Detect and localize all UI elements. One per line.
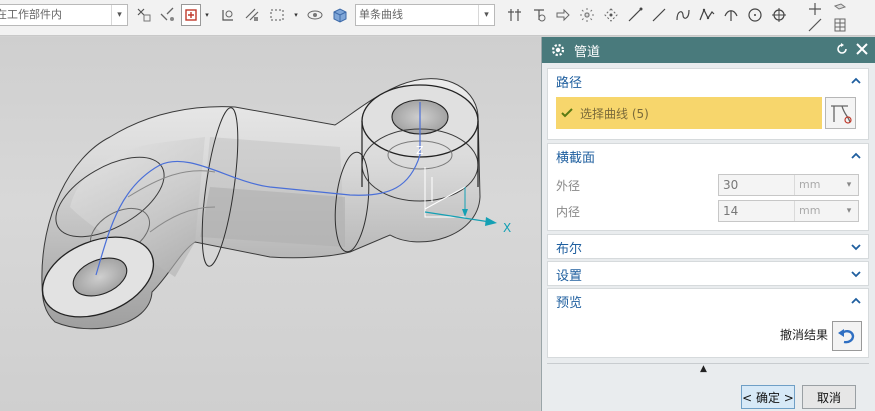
preview-section-label: 预览 bbox=[556, 295, 583, 311]
toolbar: 在工作部件内 ▾ ▾ ▾ 单条曲线 ▾ bbox=[0, 0, 875, 36]
dialog-title-bar[interactable]: 管道 bbox=[542, 37, 875, 63]
cancel-button[interactable]: 取消 bbox=[802, 385, 856, 409]
selection-filter-value: 在工作部件内 bbox=[0, 8, 62, 21]
chevron-down-icon[interactable] bbox=[850, 241, 862, 253]
rectangle-select-icon[interactable] bbox=[267, 4, 287, 26]
inner-diameter-unit[interactable]: mm bbox=[794, 201, 840, 221]
dialog-title: 管道 bbox=[574, 44, 601, 60]
boolean-section-header[interactable]: 布尔 bbox=[548, 235, 868, 259]
snap-filter-icon[interactable] bbox=[158, 4, 178, 26]
snap-point-icon[interactable] bbox=[218, 4, 238, 26]
tangent-curves-icon[interactable] bbox=[505, 4, 525, 26]
gear-icon bbox=[551, 43, 565, 57]
path-section-label: 路径 bbox=[556, 75, 583, 91]
type-filter-icon[interactable] bbox=[181, 4, 201, 26]
chevron-down-icon[interactable]: ▾ bbox=[292, 11, 300, 19]
boolean-section-label: 布尔 bbox=[556, 241, 583, 257]
undo-result-button[interactable] bbox=[832, 321, 862, 351]
footer-divider bbox=[547, 363, 869, 364]
path-group: 路径 选择曲线 (5) bbox=[547, 68, 869, 140]
chevron-up-icon[interactable] bbox=[850, 75, 862, 87]
arc-icon[interactable] bbox=[673, 4, 693, 26]
point-constructor-icon[interactable] bbox=[601, 4, 621, 26]
outer-diameter-value: 30 bbox=[723, 178, 739, 192]
undo-icon bbox=[838, 329, 855, 344]
solid-body-icon[interactable] bbox=[330, 4, 350, 26]
select-features-icon[interactable] bbox=[134, 4, 154, 26]
chevron-down-icon: ▾ bbox=[111, 5, 127, 25]
ok-button[interactable]: < 确定 > bbox=[741, 385, 795, 409]
chevron-down-icon[interactable] bbox=[850, 268, 862, 280]
inner-diameter-value: 14 bbox=[723, 204, 739, 218]
chevron-up-icon[interactable] bbox=[850, 295, 862, 307]
show-hide-icon[interactable] bbox=[305, 4, 325, 26]
z-axis-label: Z bbox=[416, 144, 424, 157]
path-section-header[interactable]: 路径 bbox=[548, 69, 868, 93]
chevron-down-icon[interactable]: ▾ bbox=[840, 175, 858, 195]
chevron-down-icon[interactable]: ▾ bbox=[203, 11, 211, 19]
feature-curves-icon[interactable] bbox=[577, 4, 597, 26]
expand-icon[interactable]: ▲ bbox=[700, 364, 707, 374]
outer-diameter-label: 外径 bbox=[556, 178, 581, 193]
cross-section-label: 横截面 bbox=[556, 150, 596, 166]
curve-rule-value: 单条曲线 bbox=[359, 8, 403, 21]
cross-section-header[interactable]: 横截面 bbox=[548, 144, 868, 168]
follow-fillet-icon[interactable] bbox=[553, 4, 573, 26]
inner-diameter-row: 内径 14 mm ▾ bbox=[556, 200, 866, 222]
dialog-footer: ▲ < 确定 > 取消 bbox=[542, 357, 875, 411]
point-icon[interactable] bbox=[769, 4, 789, 26]
inner-diameter-label: 内径 bbox=[556, 204, 581, 219]
line-icon[interactable] bbox=[625, 4, 645, 26]
reset-icon[interactable] bbox=[835, 42, 849, 56]
boolean-group: 布尔 bbox=[547, 234, 869, 259]
curve-select-button[interactable] bbox=[825, 97, 856, 129]
line-2-icon[interactable] bbox=[649, 4, 669, 26]
cross-section-group: 横截面 外径 30 mm ▾ 内径 14 mm ▾ bbox=[547, 143, 869, 231]
arc-center-icon[interactable] bbox=[721, 4, 741, 26]
graphics-viewport[interactable]: X Z bbox=[0, 37, 540, 411]
stop-at-intersection-icon[interactable] bbox=[529, 4, 549, 26]
outer-diameter-unit[interactable]: mm bbox=[794, 175, 840, 195]
spline-icon[interactable] bbox=[697, 4, 717, 26]
inner-diameter-field[interactable]: 14 mm ▾ bbox=[718, 200, 859, 222]
snap-end-icon[interactable] bbox=[242, 4, 262, 26]
preview-group: 预览 撤消结果 bbox=[547, 288, 869, 358]
chevron-down-icon[interactable]: ▾ bbox=[840, 201, 858, 221]
settings-group: 设置 bbox=[547, 261, 869, 286]
tube-dialog: 管道 路径 选择曲线 (5) 横截面 外径 30 mm ▾ 内径 14 mm ▾… bbox=[541, 37, 875, 411]
grid-icon[interactable] bbox=[830, 16, 850, 34]
outer-diameter-row: 外径 30 mm ▾ bbox=[556, 174, 866, 196]
settings-section-header[interactable]: 设置 bbox=[548, 262, 868, 286]
chevron-down-icon: ▾ bbox=[478, 5, 494, 25]
pipe-model bbox=[41, 78, 497, 330]
curve-select-icon bbox=[830, 105, 852, 124]
circle-icon[interactable] bbox=[745, 4, 765, 26]
undo-result-label: 撤消结果 bbox=[779, 328, 828, 342]
line-draw-icon[interactable] bbox=[805, 16, 825, 34]
outer-diameter-field[interactable]: 30 mm ▾ bbox=[718, 174, 859, 196]
preview-section-header[interactable]: 预览 bbox=[548, 289, 868, 313]
settings-section-label: 设置 bbox=[556, 268, 583, 284]
x-axis-label: X bbox=[503, 221, 512, 235]
close-icon[interactable] bbox=[855, 42, 869, 56]
chevron-up-icon[interactable] bbox=[850, 150, 862, 162]
select-curve-label: 选择曲线 (5) bbox=[580, 106, 649, 121]
check-icon bbox=[561, 108, 573, 118]
curve-rule-combo[interactable]: 单条曲线 ▾ bbox=[355, 4, 495, 26]
select-curve-row[interactable]: 选择曲线 (5) bbox=[556, 97, 822, 129]
selection-filter-combo[interactable]: 在工作部件内 ▾ bbox=[0, 4, 128, 26]
